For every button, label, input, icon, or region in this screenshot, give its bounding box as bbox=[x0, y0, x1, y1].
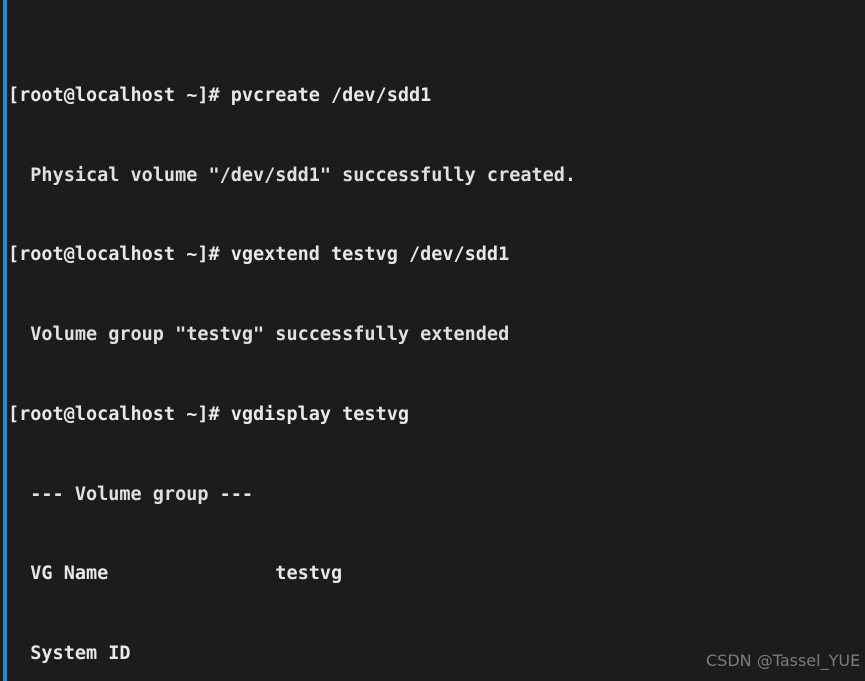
terminal-line-text: [root@localhost ~]# vgextend testvg /dev… bbox=[8, 244, 510, 266]
terminal-line-text: System ID bbox=[8, 643, 131, 665]
terminal-line: System ID bbox=[8, 641, 865, 668]
terminal-line: Physical volume "/dev/sdd1" successfully… bbox=[8, 163, 865, 190]
terminal-line-text: VG Name testvg bbox=[8, 563, 343, 585]
terminal-line-text: --- Volume group --- bbox=[8, 483, 254, 505]
terminal-line: --- Volume group --- bbox=[8, 482, 865, 509]
terminal-line-text: Physical volume "/dev/sdd1" successfully… bbox=[8, 164, 577, 186]
terminal-line: [root@localhost ~]# vgextend testvg /dev… bbox=[8, 242, 865, 269]
terminal-line: Volume group "testvg" successfully exten… bbox=[8, 322, 865, 349]
terminal-line-text: [root@localhost ~]# vgdisplay testvg bbox=[8, 403, 409, 425]
terminal-line-text: Volume group "testvg" successfully exten… bbox=[8, 324, 510, 346]
terminal-line-text: [root@localhost ~]# pvcreate /dev/sdd1 bbox=[8, 84, 432, 106]
terminal-output-area[interactable]: [root@localhost ~]# pvcreate /dev/sdd1 P… bbox=[0, 0, 865, 681]
terminal-window[interactable]: [root@localhost ~]# pvcreate /dev/sdd1 P… bbox=[0, 0, 865, 681]
terminal-line: [root@localhost ~]# vgdisplay testvg bbox=[8, 402, 865, 429]
terminal-line: [root@localhost ~]# pvcreate /dev/sdd1 bbox=[8, 83, 865, 110]
terminal-line: VG Name testvg bbox=[8, 561, 865, 588]
